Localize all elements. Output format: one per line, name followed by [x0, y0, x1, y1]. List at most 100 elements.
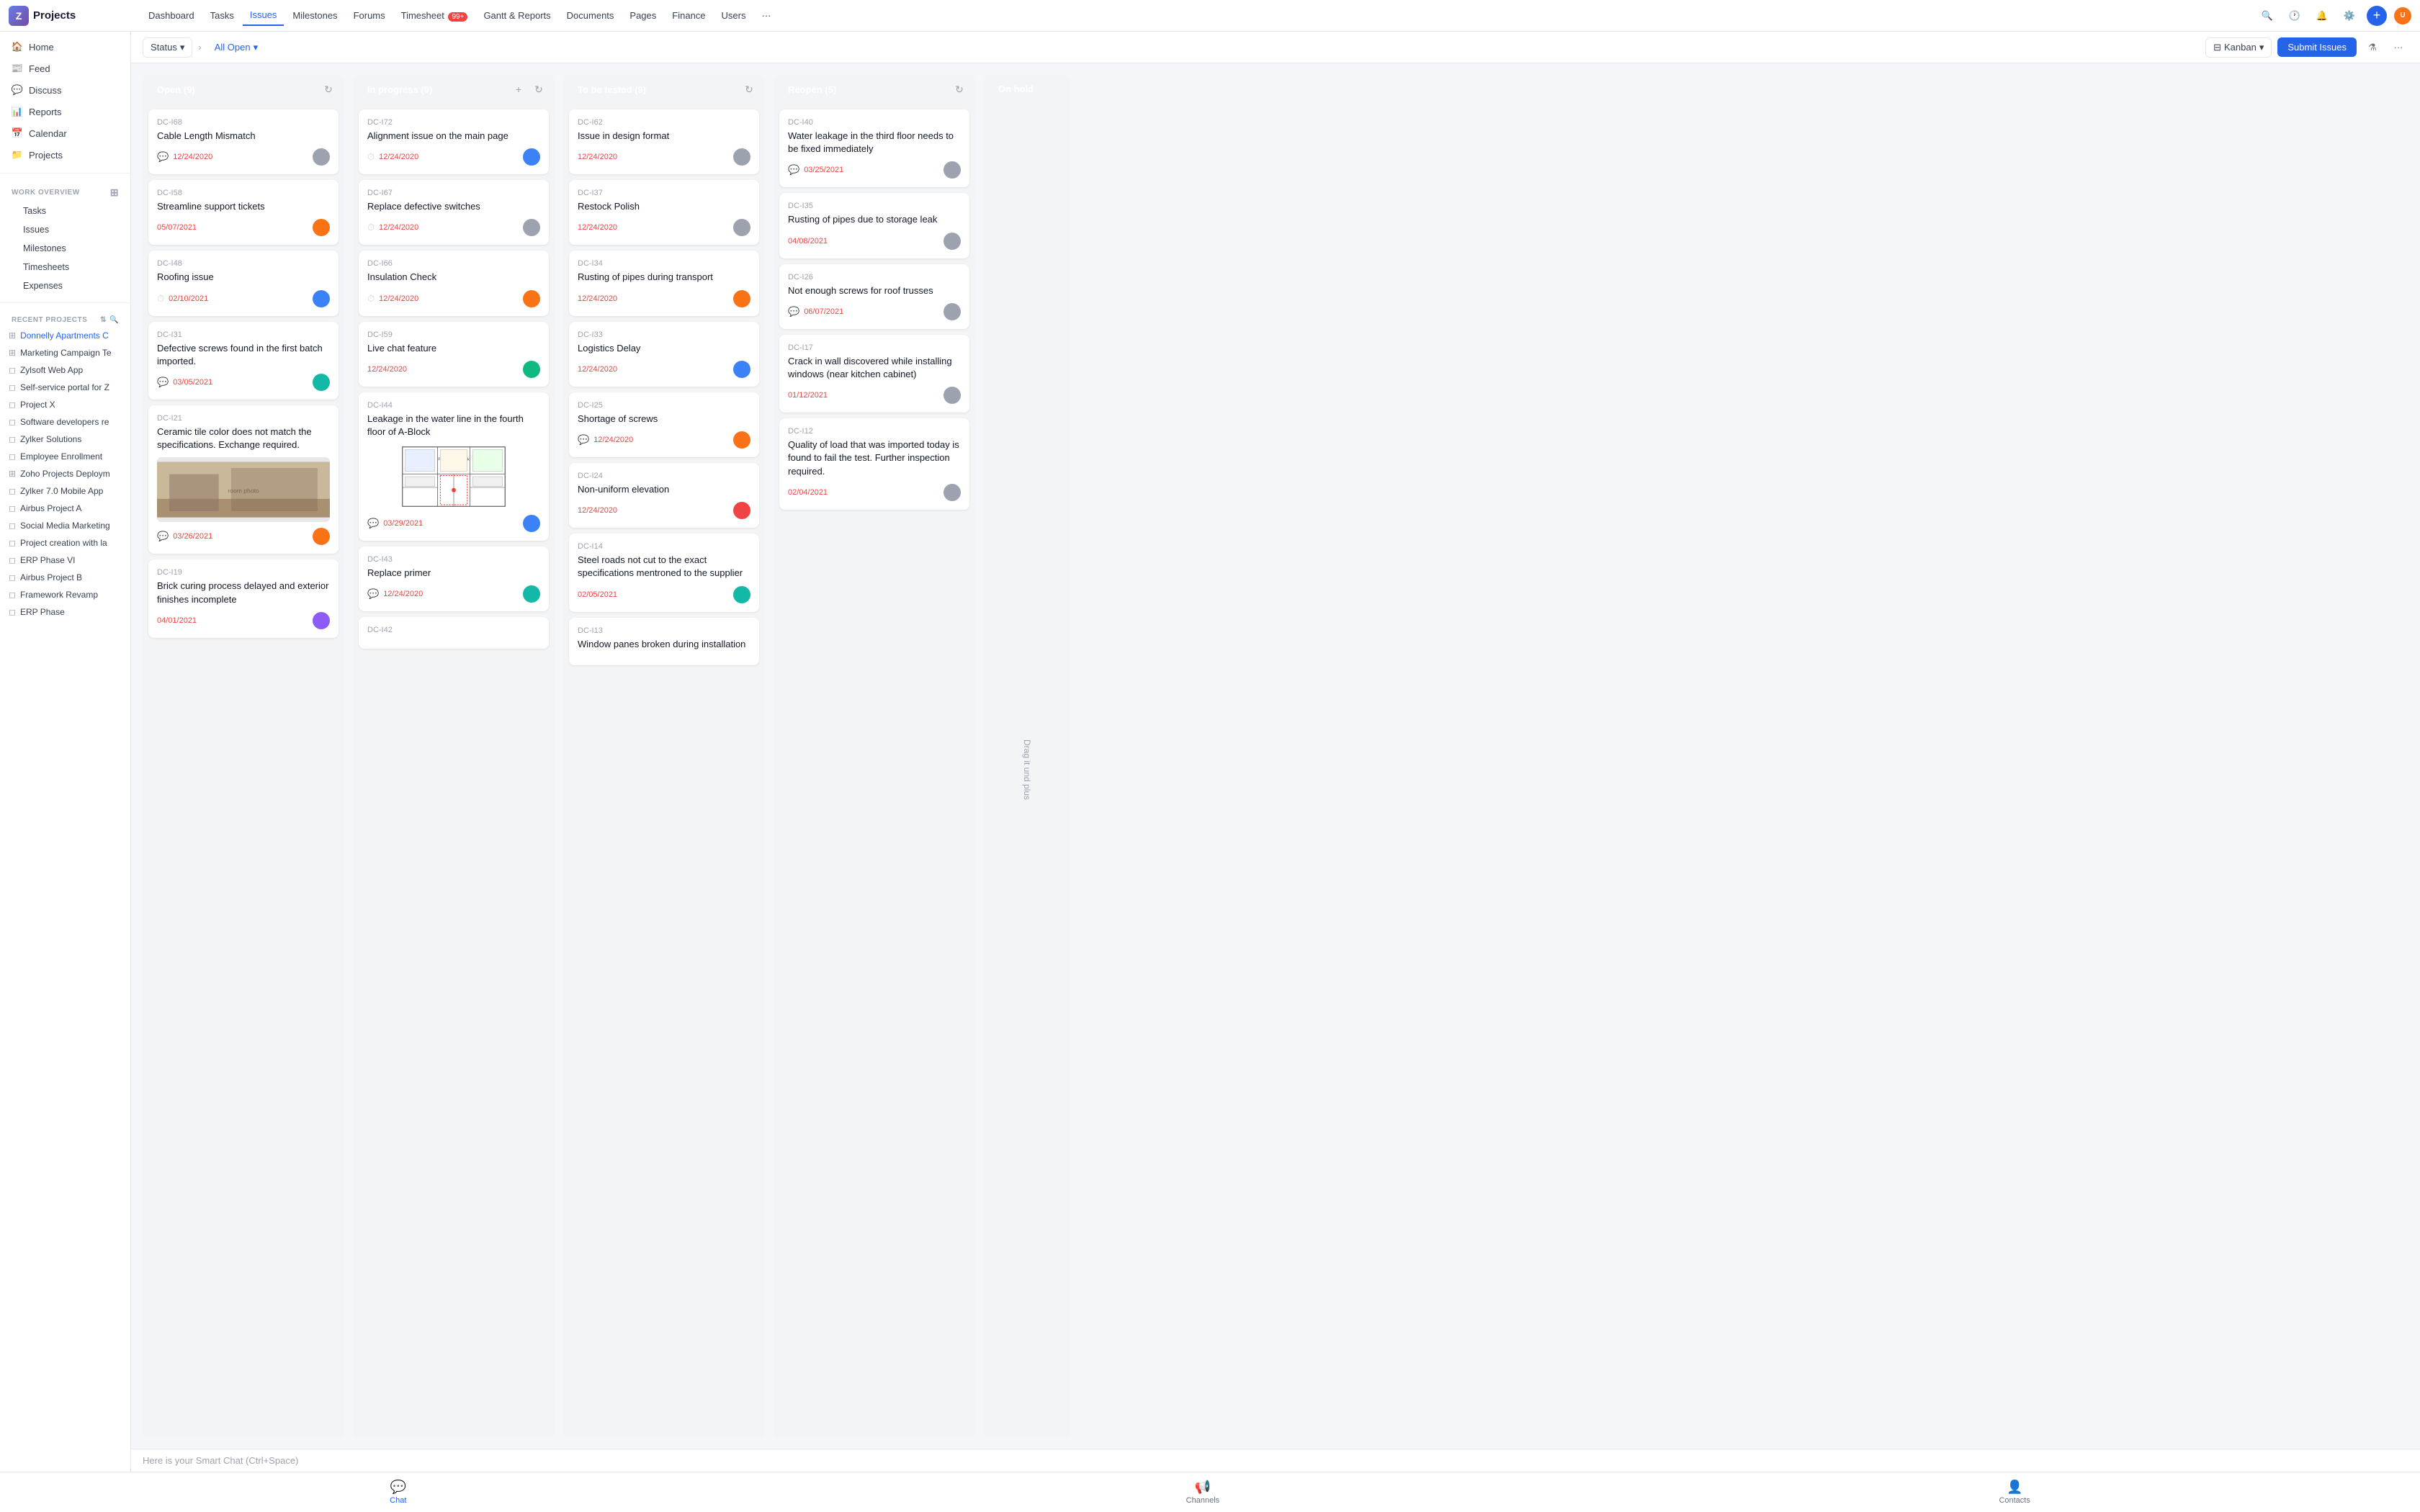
recent-project-zoho[interactable]: ⊞ Zoho Projects Deploym: [0, 465, 130, 482]
card-dc-i62[interactable]: DC-I62 Issue in design format 12/24/2020: [569, 109, 759, 174]
nav-gantt[interactable]: Gantt & Reports: [476, 6, 557, 25]
card-dc-i34[interactable]: DC-I34 Rusting of pipes during transport…: [569, 251, 759, 315]
recent-project-airbus-a[interactable]: ◻ Airbus Project A: [0, 500, 130, 517]
card-avatar-i25: [733, 431, 750, 449]
card-dc-i17[interactable]: DC-I17 Crack in wall discovered while in…: [779, 335, 969, 413]
nav-forums[interactable]: Forums: [346, 6, 393, 25]
app-logo[interactable]: Z Projects: [9, 6, 138, 26]
recent-project-donnelly[interactable]: ⊞ Donnelly Apartments C: [0, 327, 130, 344]
sidebar-divider-1: [0, 173, 130, 174]
sidebar-item-discuss[interactable]: 💬 Discuss: [0, 79, 130, 101]
search-icon-btn[interactable]: 🔍: [2257, 6, 2277, 26]
sidebar-item-reports[interactable]: 📊 Reports: [0, 101, 130, 122]
filter-icon-btn[interactable]: ⚗: [2362, 37, 2383, 58]
status-filter-btn[interactable]: Status ▾: [143, 37, 192, 58]
card-dc-i37[interactable]: DC-I37 Restock Polish 12/24/2020: [569, 180, 759, 245]
nav-pages[interactable]: Pages: [622, 6, 663, 25]
clock-icon-btn[interactable]: 🕐: [2285, 6, 2305, 26]
card-dc-i58[interactable]: DC-I58 Streamline support tickets 05/07/…: [148, 180, 339, 245]
nav-finance[interactable]: Finance: [665, 6, 712, 25]
card-dc-i67[interactable]: DC-I67 Replace defective switches ⏱ 12/2…: [359, 180, 549, 245]
nav-documents[interactable]: Documents: [560, 6, 622, 25]
card-dc-i31[interactable]: DC-I31 Defective screws found in the fir…: [148, 322, 339, 400]
nav-milestones[interactable]: Milestones: [285, 6, 344, 25]
sidebar-collapse-icon[interactable]: ⊞: [110, 186, 119, 199]
card-dc-i42[interactable]: DC-I42: [359, 617, 549, 649]
recent-project-erp[interactable]: ◻ ERP Phase: [0, 603, 130, 621]
recent-project-creation[interactable]: ◻ Project creation with la: [0, 534, 130, 552]
recent-project-airbus-b[interactable]: ◻ Airbus Project B: [0, 569, 130, 586]
card-dc-i26[interactable]: DC-I26 Not enough screws for roof trusse…: [779, 264, 969, 329]
col-inprogress-refresh[interactable]: ↻: [530, 81, 547, 98]
sidebar-item-home[interactable]: 🏠 Home: [0, 36, 130, 58]
inprogress-badge: In progress (9): [360, 81, 439, 98]
sidebar-item-projects[interactable]: 📁 Projects: [0, 144, 130, 166]
recent-project-selfservice[interactable]: ◻ Self-service portal for Z: [0, 379, 130, 396]
all-open-filter-btn[interactable]: All Open ▾: [207, 38, 265, 57]
sidebar-sub-timesheets[interactable]: Timesheets: [0, 258, 130, 276]
card-dc-i44[interactable]: DC-I44 Leakage in the water line in the …: [359, 392, 549, 541]
recent-project-marketing[interactable]: ⊞ Marketing Campaign Te: [0, 344, 130, 361]
recent-project-zylsoft[interactable]: ◻ Zylsoft Web App: [0, 361, 130, 379]
col-inprogress-add[interactable]: +: [510, 81, 527, 98]
more-options-btn[interactable]: ···: [2388, 37, 2408, 58]
card-dc-i24[interactable]: DC-I24 Non-uniform elevation 12/24/2020: [569, 463, 759, 528]
col-totest-refresh[interactable]: ↻: [740, 81, 758, 98]
nav-more[interactable]: ···: [754, 6, 778, 25]
bottom-bar-channels[interactable]: 📢 Channels: [1175, 1477, 1231, 1508]
card-dc-i35[interactable]: DC-I35 Rusting of pipes due to storage l…: [779, 193, 969, 258]
card-dc-i19[interactable]: DC-I19 Brick curing process delayed and …: [148, 559, 339, 637]
bell-icon-btn[interactable]: 🔔: [2312, 6, 2332, 26]
recent-project-framework[interactable]: ◻ Framework Revamp: [0, 586, 130, 603]
card-dc-i68[interactable]: DC-I68 Cable Length Mismatch 💬 12/24/202…: [148, 109, 339, 174]
recent-project-software-dev[interactable]: ◻ Software developers re: [0, 413, 130, 431]
card-dc-i21[interactable]: DC-I21 Ceramic tile color does not match…: [148, 405, 339, 554]
bottom-bar-contacts[interactable]: 👤 Contacts: [1987, 1477, 2041, 1508]
card-dc-i66[interactable]: DC-I66 Insulation Check ⏱ 12/24/2020: [359, 251, 549, 315]
project-icon-softwaredev: ◻: [9, 417, 16, 427]
card-avatar-i21: [313, 528, 330, 545]
sidebar-sub-milestones[interactable]: Milestones: [0, 239, 130, 258]
recent-project-erp6[interactable]: ◻ ERP Phase VI: [0, 552, 130, 569]
recent-project-projectx[interactable]: ◻ Project X: [0, 396, 130, 413]
card-dc-i40[interactable]: DC-I40 Water leakage in the third floor …: [779, 109, 969, 187]
col-open-refresh[interactable]: ↻: [320, 81, 337, 98]
sidebar-sub-tasks[interactable]: Tasks: [0, 202, 130, 220]
card-dc-i59[interactable]: DC-I59 Live chat feature 12/24/2020: [359, 322, 549, 387]
recent-project-zylker7[interactable]: ◻ Zylker 7.0 Mobile App: [0, 482, 130, 500]
card-dc-i13[interactable]: DC-I13 Window panes broken during instal…: [569, 618, 759, 665]
nav-issues[interactable]: Issues: [243, 5, 284, 26]
submit-issues-btn[interactable]: Submit Issues: [2277, 37, 2357, 57]
card-avatar-i58: [313, 219, 330, 236]
card-dc-i72[interactable]: DC-I72 Alignment issue on the main page …: [359, 109, 549, 174]
add-button[interactable]: +: [2367, 6, 2387, 26]
sidebar-item-calendar[interactable]: 📅 Calendar: [0, 122, 130, 144]
sidebar-nav-section: 🏠 Home 📰 Feed 💬 Discuss 📊 Reports 📅 Cale…: [0, 32, 130, 170]
recent-project-zylker-solutions[interactable]: ◻ Zylker Solutions: [0, 431, 130, 448]
kanban-view-btn[interactable]: ⊟ Kanban ▾: [2205, 37, 2272, 58]
card-dc-i33[interactable]: DC-I33 Logistics Delay 12/24/2020: [569, 322, 759, 387]
sidebar-sub-expenses[interactable]: Expenses: [0, 276, 130, 295]
recent-project-employee[interactable]: ◻ Employee Enrollment: [0, 448, 130, 465]
sort-icon[interactable]: ⇅: [100, 316, 107, 324]
card-dc-i25[interactable]: DC-I25 Shortage of screws 💬 12/24/2020: [569, 392, 759, 457]
chat-hint-text: Here is your Smart Chat (Ctrl+Space): [143, 1455, 298, 1466]
nav-tasks[interactable]: Tasks: [203, 6, 241, 25]
user-avatar[interactable]: U: [2394, 7, 2411, 24]
nav-timesheet[interactable]: Timesheet 99+: [394, 6, 475, 25]
project-icon-socialmedia: ◻: [9, 521, 16, 531]
card-dc-i48[interactable]: DC-I48 Roofing issue ⏱ 02/10/2021: [148, 251, 339, 315]
card-dc-i43[interactable]: DC-I43 Replace primer 💬 12/24/2020: [359, 546, 549, 611]
col-reopen-refresh[interactable]: ↻: [951, 81, 968, 98]
card-dc-i14[interactable]: DC-I14 Steel roads not cut to the exact …: [569, 534, 759, 611]
nav-users[interactable]: Users: [714, 6, 753, 25]
sidebar-sub-issues[interactable]: Issues: [0, 220, 130, 239]
recent-project-social-media[interactable]: ◻ Social Media Marketing: [0, 517, 130, 534]
sidebar-item-feed[interactable]: 📰 Feed: [0, 58, 130, 79]
bottom-bar-chat[interactable]: 💬 Chat: [378, 1477, 418, 1508]
project-icon-zylsoft: ◻: [9, 365, 16, 375]
nav-dashboard[interactable]: Dashboard: [141, 6, 202, 25]
settings-icon-btn[interactable]: ⚙️: [2339, 6, 2360, 26]
search-projects-icon[interactable]: 🔍: [109, 316, 119, 324]
card-dc-i12[interactable]: DC-I12 Quality of load that was imported…: [779, 418, 969, 510]
